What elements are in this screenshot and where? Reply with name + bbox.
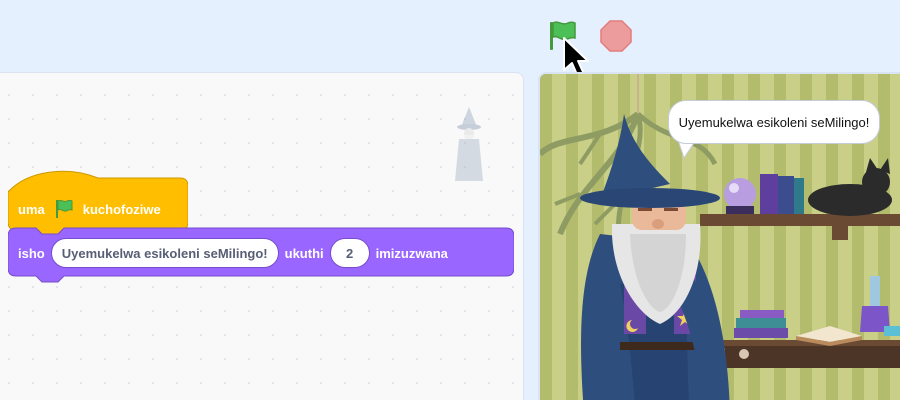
hat-block-prefix: uma: [18, 201, 45, 217]
stop-button[interactable]: [596, 16, 636, 56]
sprite-watermark-icon: [455, 107, 483, 181]
green-flag-icon: [550, 21, 576, 50]
hat-block-content: uma kuchofoziwe: [18, 194, 161, 224]
say-block-content: isho Uyemukelwa esikoleni seMilingo! uku…: [18, 237, 448, 269]
say-message-input[interactable]: Uyemukelwa esikoleni seMilingo!: [50, 238, 279, 268]
hat-block-suffix: kuchofoziwe: [82, 201, 161, 217]
green-flag-button[interactable]: [542, 16, 582, 56]
stop-sign-icon: [600, 20, 632, 52]
say-block-label: isho: [18, 245, 45, 261]
say-block-for-label: ukuthi: [284, 245, 324, 261]
say-seconds-input[interactable]: 2: [329, 238, 370, 268]
say-block-unit-label: imizuzwana: [375, 245, 448, 261]
green-flag-icon: [55, 199, 73, 218]
say-for-seconds-block[interactable]: isho Uyemukelwa esikoleni seMilingo! uku…: [8, 226, 514, 284]
sprite-speech-bubble: Uyemukelwa esikoleni seMilingo!: [668, 100, 880, 144]
stage-controls-bar: [0, 0, 900, 78]
